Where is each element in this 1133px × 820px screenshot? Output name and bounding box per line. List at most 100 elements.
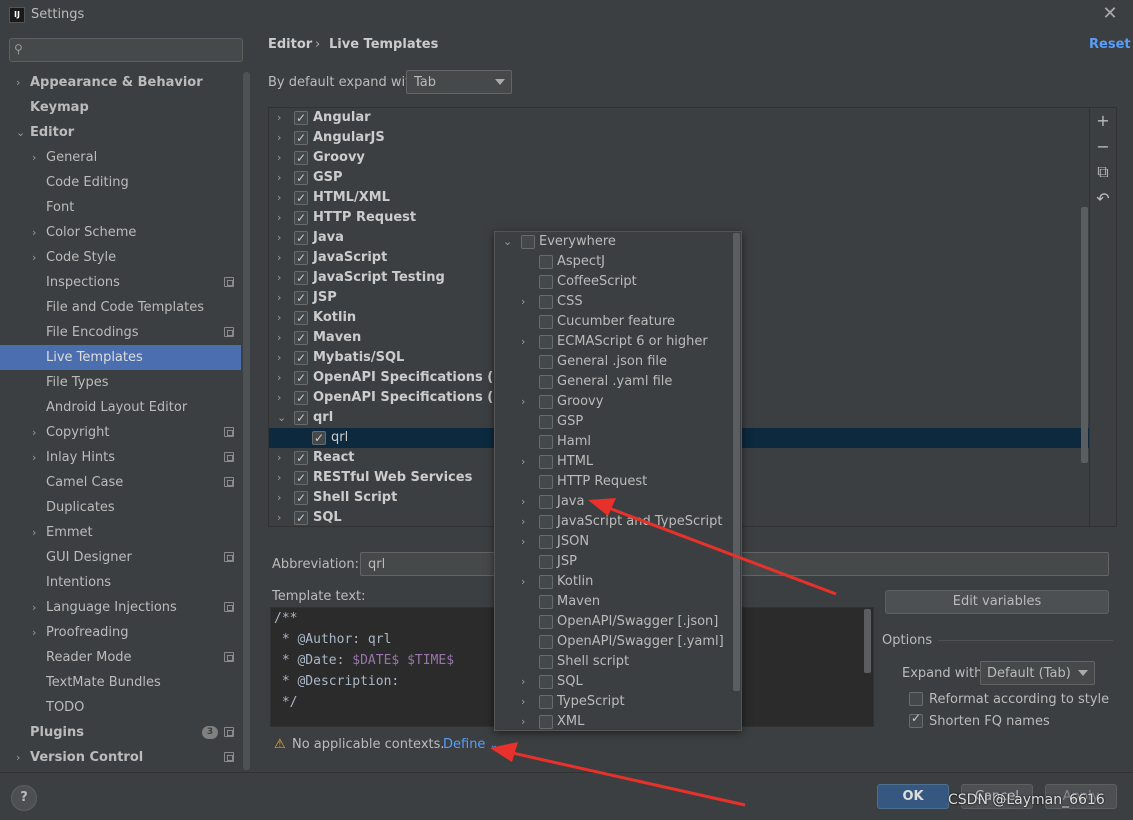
- context-item-general-yaml-file[interactable]: General .yaml file: [495, 372, 741, 392]
- chevron-right-icon[interactable]: ›: [277, 368, 281, 388]
- chevron-right-icon[interactable]: ›: [277, 108, 281, 128]
- sidebar-item-duplicates[interactable]: Duplicates: [0, 495, 241, 520]
- template-checkbox[interactable]: [294, 388, 308, 408]
- chevron-right-icon[interactable]: ›: [521, 392, 525, 412]
- chevron-right-icon[interactable]: ›: [521, 572, 525, 592]
- reformat-checkbox[interactable]: [909, 692, 923, 706]
- chevron-right-icon[interactable]: ›: [16, 70, 28, 95]
- template-text-scrollbar[interactable]: [864, 609, 871, 673]
- context-item-sql[interactable]: › SQL: [495, 672, 741, 692]
- chevron-right-icon[interactable]: ›: [521, 292, 525, 312]
- context-item-java[interactable]: › Java: [495, 492, 741, 512]
- chevron-right-icon[interactable]: ›: [32, 245, 44, 270]
- chevron-right-icon[interactable]: ›: [32, 595, 44, 620]
- context-checkbox[interactable]: [539, 635, 553, 649]
- tree-scrollbar[interactable]: [1081, 207, 1088, 463]
- context-item-json[interactable]: › JSON: [495, 532, 741, 552]
- template-group-angular[interactable]: › Angular: [269, 108, 1089, 128]
- template-checkbox[interactable]: [312, 428, 326, 448]
- context-item-css[interactable]: › CSS: [495, 292, 741, 312]
- popup-scrollbar[interactable]: [733, 233, 740, 691]
- sidebar-item-proofreading[interactable]: › Proofreading: [0, 620, 241, 645]
- context-checkbox[interactable]: [521, 235, 535, 249]
- context-item-groovy[interactable]: › Groovy: [495, 392, 741, 412]
- context-checkbox[interactable]: [539, 415, 553, 429]
- context-checkbox[interactable]: [539, 575, 553, 589]
- chevron-right-icon[interactable]: ›: [277, 308, 281, 328]
- chevron-right-icon[interactable]: ›: [277, 228, 281, 248]
- chevron-down-icon[interactable]: ⌄: [277, 408, 286, 428]
- context-item-xml[interactable]: › XML: [495, 712, 741, 730]
- chevron-right-icon[interactable]: ›: [521, 692, 525, 712]
- sidebar-item-keymap[interactable]: Keymap: [0, 95, 241, 120]
- context-checkbox[interactable]: [539, 715, 553, 729]
- chevron-right-icon[interactable]: ›: [277, 488, 281, 508]
- chevron-right-icon[interactable]: ›: [521, 492, 525, 512]
- chevron-right-icon[interactable]: ›: [32, 620, 44, 645]
- template-checkbox[interactable]: [294, 488, 308, 508]
- context-item-ecmascript-6-or-higher[interactable]: › ECMAScript 6 or higher: [495, 332, 741, 352]
- context-item-everywhere[interactable]: ⌄ Everywhere: [495, 232, 741, 252]
- chevron-right-icon[interactable]: ›: [277, 148, 281, 168]
- context-types-popup[interactable]: ⌄ Everywhere AspectJ CoffeeScript › CSS Cucumb…: [494, 231, 742, 731]
- context-checkbox[interactable]: [539, 495, 553, 509]
- template-checkbox[interactable]: [294, 108, 308, 128]
- context-checkbox[interactable]: [539, 355, 553, 369]
- breadcrumb-parent[interactable]: Editor: [268, 37, 312, 52]
- sidebar-item-file-types[interactable]: File Types: [0, 370, 241, 395]
- add-icon[interactable]: +: [1094, 112, 1112, 130]
- context-checkbox[interactable]: [539, 455, 553, 469]
- context-checkbox[interactable]: [539, 335, 553, 349]
- shorten-fq-checkbox[interactable]: [909, 711, 923, 728]
- template-checkbox[interactable]: [294, 148, 308, 168]
- context-checkbox[interactable]: [539, 655, 553, 669]
- context-checkbox[interactable]: [539, 395, 553, 409]
- chevron-right-icon[interactable]: ›: [32, 445, 44, 470]
- chevron-right-icon[interactable]: ›: [277, 508, 281, 526]
- chevron-right-icon[interactable]: ›: [32, 520, 44, 545]
- template-checkbox[interactable]: [294, 188, 308, 208]
- template-group-gsp[interactable]: › GSP: [269, 168, 1089, 188]
- context-checkbox[interactable]: [539, 295, 553, 309]
- chevron-right-icon[interactable]: ›: [521, 452, 525, 472]
- context-item-general-json-file[interactable]: General .json file: [495, 352, 741, 372]
- context-item-javascript-and-typescript[interactable]: › JavaScript and TypeScript: [495, 512, 741, 532]
- context-item-maven[interactable]: Maven: [495, 592, 741, 612]
- chevron-right-icon[interactable]: ›: [277, 268, 281, 288]
- template-checkbox[interactable]: [294, 508, 308, 526]
- context-checkbox[interactable]: [539, 615, 553, 629]
- edit-variables-button[interactable]: Edit variables: [885, 590, 1109, 614]
- template-checkbox[interactable]: [294, 408, 308, 428]
- sidebar-item-color-scheme[interactable]: › Color Scheme: [0, 220, 241, 245]
- context-checkbox[interactable]: [539, 555, 553, 569]
- sidebar-item-android-layout-editor[interactable]: Android Layout Editor: [0, 395, 241, 420]
- help-button[interactable]: ?: [11, 785, 37, 811]
- chevron-right-icon[interactable]: ›: [277, 188, 281, 208]
- sidebar-item-code-style[interactable]: › Code Style: [0, 245, 241, 270]
- copy-icon[interactable]: ⧉: [1094, 163, 1112, 181]
- template-checkbox[interactable]: [294, 328, 308, 348]
- sidebar-item-live-templates[interactable]: Live Templates: [0, 345, 241, 370]
- template-checkbox[interactable]: [294, 208, 308, 228]
- template-checkbox[interactable]: [294, 348, 308, 368]
- chevron-down-icon[interactable]: ⌄: [16, 120, 28, 145]
- template-checkbox[interactable]: [294, 228, 308, 248]
- chevron-right-icon[interactable]: ›: [277, 168, 281, 188]
- sidebar-item-todo[interactable]: TODO: [0, 695, 241, 720]
- reset-link[interactable]: Reset: [1089, 37, 1131, 52]
- context-item-gsp[interactable]: GSP: [495, 412, 741, 432]
- template-checkbox[interactable]: [294, 308, 308, 328]
- sidebar-item-file-encodings[interactable]: File Encodings: [0, 320, 241, 345]
- context-item-shell-script[interactable]: Shell script: [495, 652, 741, 672]
- expand-with-select[interactable]: Default (Tab): [980, 661, 1095, 685]
- context-checkbox[interactable]: [539, 315, 553, 329]
- sidebar-item-general[interactable]: › General: [0, 145, 241, 170]
- context-checkbox[interactable]: [539, 675, 553, 689]
- chevron-right-icon[interactable]: ›: [521, 532, 525, 552]
- sidebar-item-intentions[interactable]: Intentions: [0, 570, 241, 595]
- chevron-right-icon[interactable]: ›: [521, 332, 525, 352]
- context-checkbox[interactable]: [539, 375, 553, 389]
- expand-default-select[interactable]: Tab: [406, 70, 512, 94]
- sidebar-item-version-control[interactable]: › Version Control: [0, 745, 241, 770]
- search-input[interactable]: [9, 38, 243, 62]
